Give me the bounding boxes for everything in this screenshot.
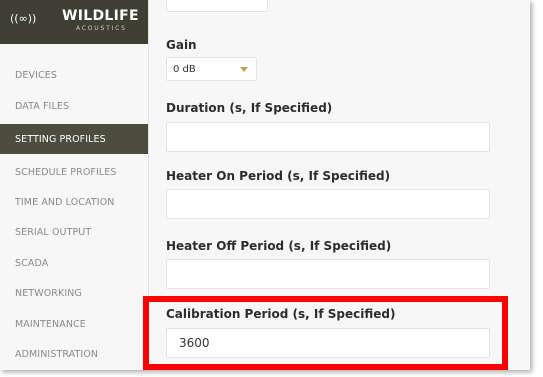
- sidebar-item-devices[interactable]: DEVICES: [0, 60, 148, 90]
- app-window: ((∞)) WILDLIFE ACOUSTICS DEVICES DATA FI…: [0, 0, 530, 370]
- calibration-period-input[interactable]: 3600: [166, 328, 490, 358]
- sidebar-item-setting-profiles[interactable]: SETTING PROFILES: [0, 124, 148, 154]
- duration-input[interactable]: [166, 122, 490, 152]
- duration-label: Duration (s, If Specified): [166, 101, 333, 115]
- settings-form: Gain 0 dB Duration (s, If Specified) Hea…: [149, 0, 530, 370]
- sidebar-item-administration[interactable]: ADMINISTRATION: [0, 339, 148, 369]
- heater-on-period-label: Heater On Period (s, If Specified): [166, 169, 391, 183]
- logo-subtitle: ACOUSTICS: [76, 25, 127, 32]
- brand-logo[interactable]: ((∞)) WILDLIFE ACOUSTICS: [0, 0, 148, 44]
- previous-field-input[interactable]: [166, 0, 268, 12]
- heater-on-period-input[interactable]: [166, 189, 490, 219]
- sidebar: ((∞)) WILDLIFE ACOUSTICS DEVICES DATA FI…: [0, 0, 149, 370]
- logo-wordmark: WILDLIFE: [62, 8, 139, 24]
- sidebar-item-serial-output[interactable]: SERIAL OUTPUT: [0, 217, 148, 247]
- gain-selected-value: 0 dB: [173, 63, 196, 75]
- sidebar-item-time-and-location[interactable]: TIME AND LOCATION: [0, 187, 148, 217]
- sidebar-item-maintenance[interactable]: MAINTENANCE: [0, 309, 148, 339]
- calibration-period-label: Calibration Period (s, If Specified): [166, 307, 396, 321]
- wildlife-acoustics-logo-icon: ((∞)): [10, 12, 37, 25]
- gain-label: Gain: [166, 38, 197, 52]
- gain-select[interactable]: 0 dB: [166, 57, 257, 81]
- heater-off-period-input[interactable]: [166, 259, 490, 289]
- sidebar-item-networking[interactable]: NETWORKING: [0, 278, 148, 308]
- chevron-down-icon: [240, 67, 248, 72]
- heater-off-period-label: Heater Off Period (s, If Specified): [166, 239, 392, 253]
- sidebar-item-data-files[interactable]: DATA FILES: [0, 91, 148, 121]
- sidebar-item-schedule-profiles[interactable]: SCHEDULE PROFILES: [0, 157, 148, 187]
- sidebar-item-scada[interactable]: SCADA: [0, 248, 148, 278]
